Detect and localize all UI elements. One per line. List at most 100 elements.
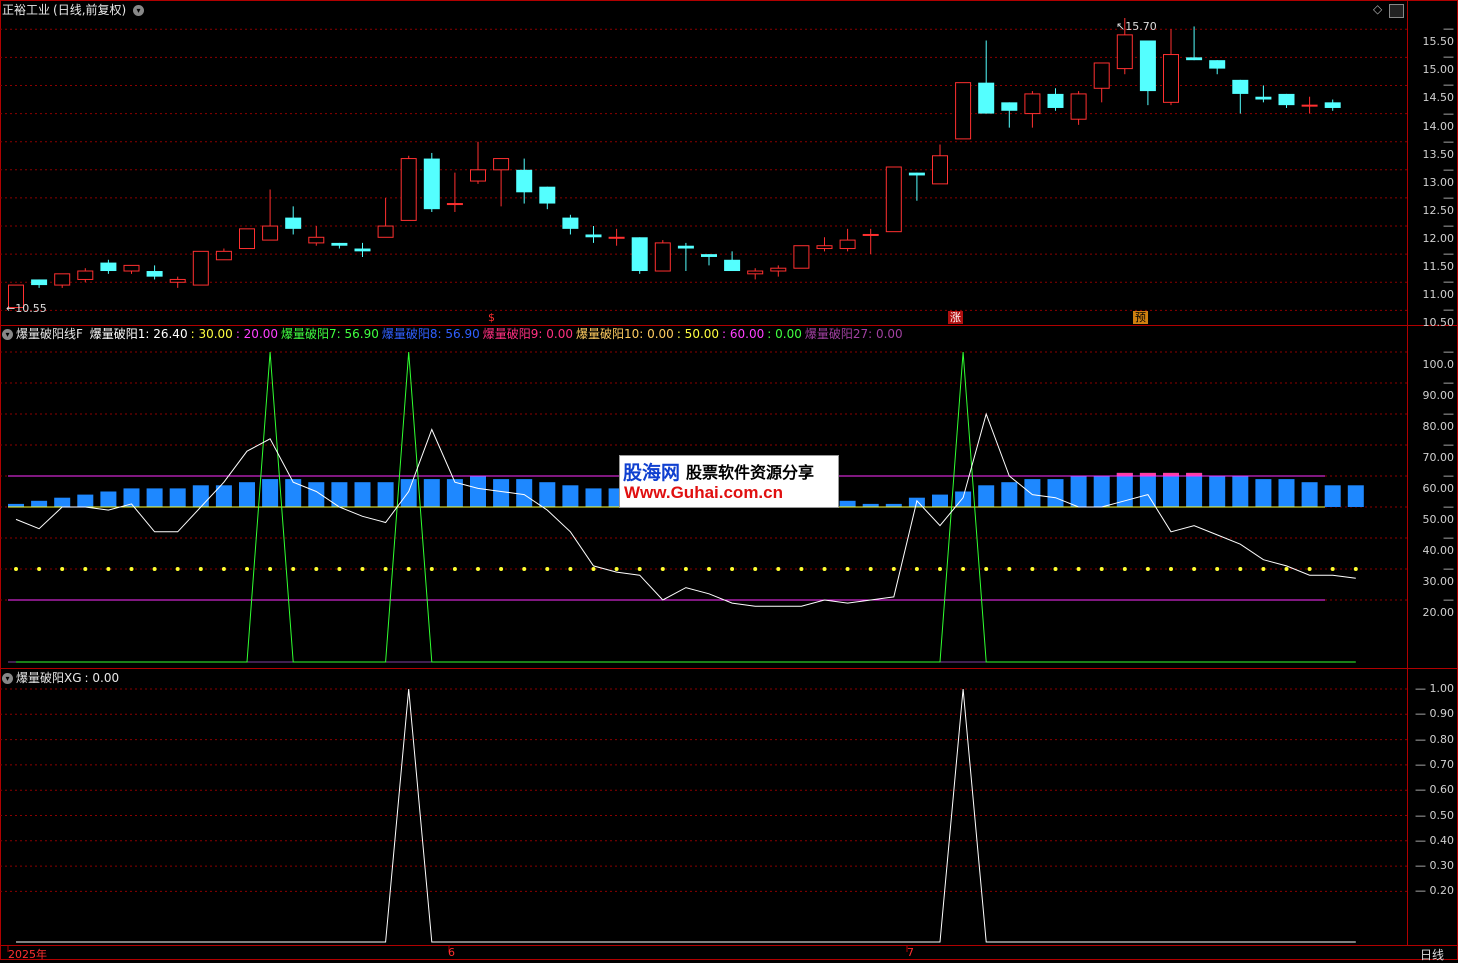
candle-body <box>192 250 209 286</box>
volume-ratio-bar <box>77 494 94 507</box>
volume-ratio-bar <box>146 488 163 507</box>
legend-item: 爆量破阳27: 0.00 <box>804 327 903 341</box>
candle-body <box>1047 93 1064 108</box>
candle-body <box>793 245 810 269</box>
reference-dot-30 <box>614 567 619 571</box>
volume-ratio-bar <box>423 479 440 507</box>
period-label: (日线,前复权) <box>53 3 127 17</box>
candle-body <box>377 225 394 238</box>
volume-ratio-bar <box>1093 476 1110 507</box>
legend-item: 爆量破阳1: 26.40 <box>89 327 188 341</box>
volume-ratio-bar <box>562 485 579 507</box>
legend-item: : 30.00 <box>190 327 233 341</box>
indicator-f-header[interactable]: ▾ 爆量破阳线F 爆量破阳1: 26.40: 30.00: 20.00 爆量破阳7:… <box>2 326 909 342</box>
time-axis-june: 6 <box>448 946 455 959</box>
indicator-f-axis-label: — 20.00 <box>1422 593 1455 619</box>
volume-ratio-bar <box>978 485 995 507</box>
candle-body <box>839 239 856 250</box>
reference-dot-30 <box>14 567 18 571</box>
candle-body <box>1001 102 1018 111</box>
event-marker-dividend[interactable]: $ <box>486 311 497 324</box>
candle-body <box>608 236 625 239</box>
candle-body <box>493 158 510 171</box>
reference-dot-30 <box>1122 567 1127 571</box>
event-marker-limit-up[interactable]: 涨 <box>948 311 963 324</box>
indicator-xg-axis-label: — 0.50 <box>1415 808 1454 822</box>
reference-dot-30 <box>314 567 319 571</box>
event-marker-forecast[interactable]: 预 <box>1133 311 1148 324</box>
price-axis-label: — 12.00 <box>1422 219 1455 246</box>
legend-item: : 0.00 <box>767 327 802 341</box>
price-low-value: 10.55 <box>15 302 47 315</box>
candle-body <box>562 217 579 229</box>
reference-dot-30 <box>961 567 966 571</box>
reference-dot-30 <box>984 567 989 571</box>
reference-dot-30 <box>914 567 919 571</box>
volume-ratio-bar <box>377 482 394 507</box>
volume-ratio-bar-top <box>1186 472 1203 476</box>
legend-item: : 20.00 <box>235 327 279 341</box>
reference-dot-30 <box>383 567 388 571</box>
candle-body <box>1093 62 1110 89</box>
volume-ratio-bar <box>1070 476 1087 507</box>
diamond-icon[interactable]: ◇ <box>1373 2 1382 16</box>
chevron-down-icon[interactable]: ▾ <box>133 5 145 16</box>
reference-dot-30 <box>545 567 550 571</box>
reference-dot-30 <box>476 567 480 571</box>
volume-ratio-bar <box>1001 482 1018 507</box>
volume-ratio-bar <box>539 482 556 507</box>
watermark-slogan: 股票软件资源分享 <box>686 465 815 482</box>
candle-body <box>354 248 371 252</box>
chevron-down-icon[interactable]: ▾ <box>2 673 13 684</box>
candle-body <box>677 245 694 249</box>
volume-ratio-bar <box>100 491 117 507</box>
candle-body <box>908 172 925 176</box>
scroll-handle[interactable] <box>1389 4 1404 18</box>
reference-dot-30 <box>1145 567 1150 571</box>
legend-item: 爆量破阳10: 0.00 <box>575 327 674 341</box>
period-button[interactable]: 日线 <box>1420 946 1444 963</box>
price-axis-label: — 12.50 <box>1422 190 1455 217</box>
watermark-url: Www.Guhai.com.cn <box>624 483 783 502</box>
stock-name: 正裕工业 <box>2 3 51 17</box>
indicator-f-axis-label: — 50.00 <box>1422 500 1455 526</box>
candle-body <box>215 250 232 261</box>
reference-dot-30 <box>337 567 342 571</box>
candle-body <box>239 228 255 250</box>
indicator-f-name: 爆量破阳线F <box>16 327 83 341</box>
price-axis-label: — 14.50 <box>1422 78 1455 105</box>
candle-body <box>1232 79 1249 94</box>
candle-body <box>516 169 533 193</box>
price-high-value: 15.70 <box>1125 20 1157 33</box>
chevron-down-icon[interactable]: ▾ <box>2 329 13 340</box>
reference-dot-30 <box>1215 567 1220 571</box>
volume-ratio-bar <box>1024 479 1041 507</box>
volume-ratio-bar <box>354 482 371 507</box>
price-high-label: ↖15.70 <box>1116 20 1157 33</box>
candle-body <box>262 225 279 241</box>
indicator-xg-axis-label: — 0.60 <box>1415 783 1454 797</box>
candle-body <box>169 278 186 283</box>
reference-dot-30 <box>591 567 596 571</box>
price-axis-label: — 11.00 <box>1422 275 1455 302</box>
volume-ratio-bar <box>839 500 856 507</box>
reference-dot-30 <box>1007 567 1012 571</box>
legend-item: : 60.00 <box>722 327 765 341</box>
indicator-xg-axis-label: — 0.30 <box>1415 859 1454 873</box>
volume-ratio-bar <box>585 488 602 507</box>
chart-title[interactable]: 正裕工业 (日线,前复权) ▾ <box>2 2 147 18</box>
reference-dot-30 <box>568 567 573 571</box>
reference-dot-30 <box>268 567 273 571</box>
reference-dot-30 <box>198 567 203 571</box>
indicator-xg-header[interactable]: ▾ 爆量破阳XG: 0.00 <box>2 670 122 686</box>
price-axis-label: — 15.50 <box>1422 22 1455 49</box>
candlestick-series <box>8 18 1341 309</box>
candle-body <box>932 155 948 185</box>
reference-dot-30 <box>1238 567 1243 571</box>
candle-body <box>54 273 71 286</box>
candle-body <box>1024 93 1041 115</box>
volume-ratio-bar <box>1255 479 1272 507</box>
candle-body <box>1278 93 1295 106</box>
reference-dot-30 <box>1076 567 1081 571</box>
price-axis-label: — 13.00 <box>1422 162 1455 189</box>
